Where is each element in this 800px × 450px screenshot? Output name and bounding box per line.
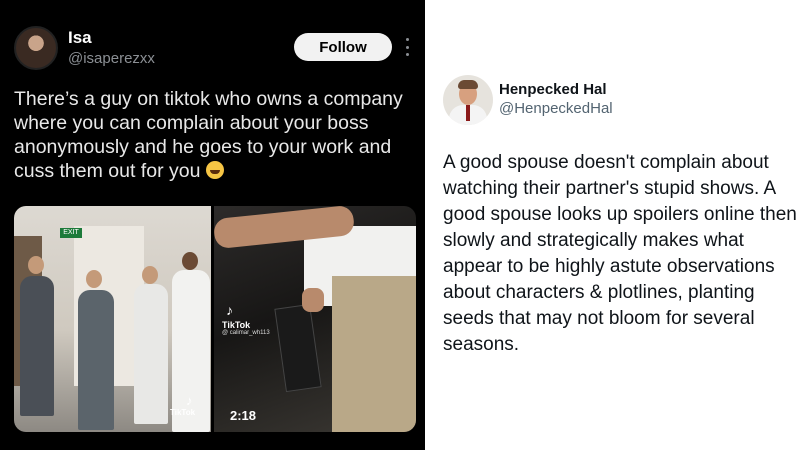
tweet-media-left[interactable]: EXIT [14,206,211,432]
more-options-icon[interactable] [404,38,410,56]
tears-of-joy-icon [205,161,224,179]
tiktok-icon: ♪ [226,302,233,318]
hand [302,288,324,312]
avatar-tie [466,105,470,121]
pants [332,276,416,432]
tweet-media-right[interactable] [214,206,416,432]
right-tweet-panel: Henpecked Hal @HenpeckedHal A good spous… [425,0,800,450]
person-head [86,270,102,288]
avatar[interactable] [14,26,58,70]
person-head [28,256,44,274]
person [20,276,54,416]
person-head [142,266,158,284]
display-name[interactable]: Henpecked Hal [499,81,607,98]
left-tweet-panel: Isa @isaperezxx Follow There’s a guy on … [0,0,425,450]
tiktok-watermark: TikTok [170,408,196,417]
person-head [182,252,198,270]
tiktok-username: @ calimar_wh113 [222,330,270,336]
tiktok-watermark: TikTok [222,320,251,330]
display-name[interactable]: Isa [68,28,92,48]
notebook [274,303,322,393]
person [78,290,114,430]
tweet-text: There’s a guy on tiktok who owns a compa… [14,87,414,183]
avatar[interactable] [443,75,493,125]
avatar-hair [458,80,478,89]
user-handle[interactable]: @isaperezxx [68,50,155,67]
tiktok-icon: ♪ [186,393,193,408]
video-duration: 2:18 [230,408,257,423]
exit-sign: EXIT [60,228,82,238]
person [134,284,168,424]
user-handle[interactable]: @HenpeckedHal [499,100,613,117]
follow-button[interactable]: Follow [294,33,392,61]
tweet-text: A good spouse doesn't complain about wat… [443,152,797,355]
